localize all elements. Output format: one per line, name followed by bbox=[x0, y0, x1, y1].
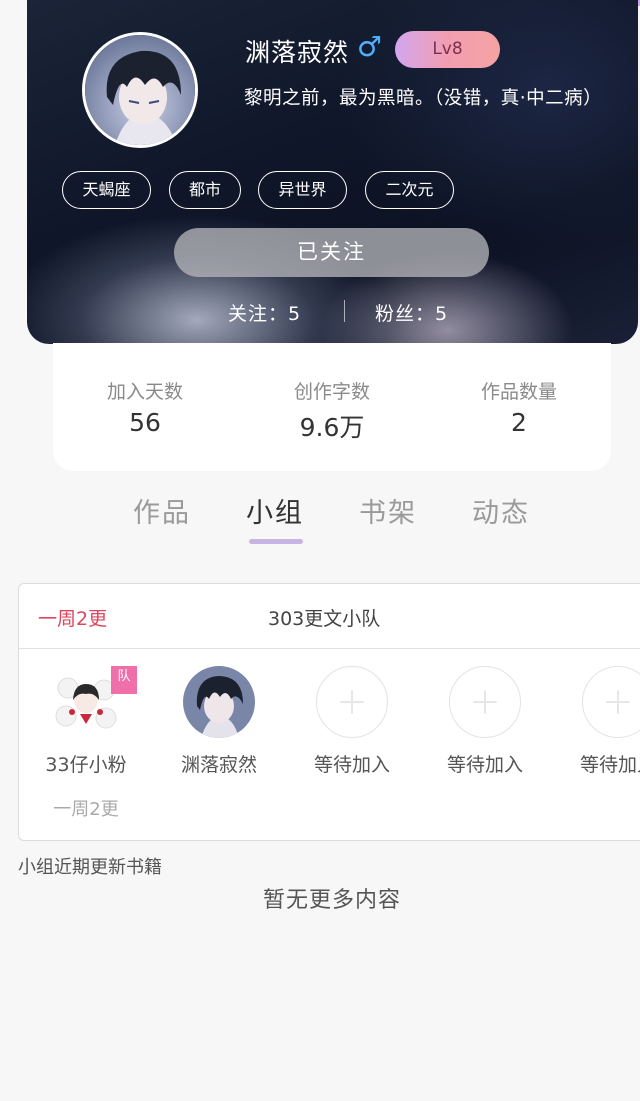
member-name: 33仔小粉 bbox=[45, 754, 127, 776]
stat-value: 56 bbox=[129, 408, 161, 437]
group-member[interactable]: 渊落寂然 bbox=[164, 666, 274, 777]
empty-state-text: 暂无更多内容 bbox=[262, 888, 401, 913]
member-frequency: 一周2更 bbox=[53, 799, 119, 820]
group-frequency: 一周2更 bbox=[38, 608, 108, 630]
profile-avatar[interactable] bbox=[82, 32, 198, 148]
tab-activity[interactable]: 动态 bbox=[472, 491, 530, 530]
stat-works-count: 作品数量 2 bbox=[439, 377, 599, 437]
level-badge: Lv8 bbox=[395, 31, 500, 68]
member-name: 等待加入 bbox=[313, 754, 390, 776]
profile-tabs: 作品 小组 书架 动态 bbox=[0, 491, 640, 551]
group-header: 一周2更 303更文小队 bbox=[19, 584, 640, 649]
empty-slot bbox=[316, 666, 388, 738]
stat-value: 9.6万 bbox=[299, 413, 365, 442]
nickname: 渊落寂然 bbox=[245, 38, 350, 67]
tag-isekai[interactable]: 异世界 bbox=[258, 171, 347, 209]
profile-header: 渊落寂然 ♂ Lv8 黎明之前，最为黑暗。（没错，真·中二病） 天蝎座 都市 异… bbox=[27, 0, 638, 344]
group-empty-slot[interactable]: 等待加入 bbox=[563, 666, 640, 777]
plus-icon bbox=[606, 690, 630, 714]
group-empty-slot[interactable]: 等待加入 bbox=[430, 666, 540, 777]
tag-acg[interactable]: 二次元 bbox=[365, 171, 454, 209]
following-count[interactable]: 关注：5 bbox=[228, 299, 301, 326]
group-member[interactable]: 队 33仔小粉 一周2更 bbox=[31, 666, 141, 821]
empty-slot bbox=[582, 666, 640, 738]
group-empty-slot[interactable]: 等待加入 bbox=[297, 666, 407, 777]
team-leader-badge: 队 bbox=[111, 666, 137, 694]
group-name: 303更文小队 bbox=[268, 608, 381, 630]
plus-icon bbox=[340, 690, 364, 714]
group-card[interactable]: 一周2更 303更文小队 队 33仔小粉 一周2更 渊落寂然 等待加入 等待加入… bbox=[18, 583, 640, 841]
stat-divider bbox=[344, 300, 345, 322]
tag-constellation[interactable]: 天蝎座 bbox=[62, 171, 151, 209]
member-name: 等待加入 bbox=[579, 754, 640, 776]
tab-group[interactable]: 小组 bbox=[246, 491, 304, 530]
recent-books-title: 小组近期更新书籍 bbox=[18, 857, 162, 878]
member-avatar bbox=[183, 666, 255, 738]
stat-label: 作品数量 bbox=[480, 381, 557, 403]
male-icon: ♂ bbox=[357, 30, 383, 63]
tag-urban[interactable]: 都市 bbox=[169, 171, 241, 209]
stat-label: 加入天数 bbox=[106, 381, 183, 403]
stat-word-count: 创作字数 9.6万 bbox=[252, 377, 412, 444]
signature: 黎明之前，最为黑暗。（没错，真·中二病） bbox=[244, 88, 603, 109]
empty-slot bbox=[449, 666, 521, 738]
plus-icon bbox=[473, 690, 497, 714]
stats-card: 加入天数 56 创作字数 9.6万 作品数量 2 bbox=[53, 343, 611, 471]
tab-bookshelf[interactable]: 书架 bbox=[359, 491, 417, 530]
stat-value: 2 bbox=[511, 408, 527, 437]
active-tab-indicator bbox=[249, 539, 303, 544]
tab-works[interactable]: 作品 bbox=[133, 491, 191, 530]
fans-count[interactable]: 粉丝：5 bbox=[375, 299, 448, 326]
member-name: 等待加入 bbox=[446, 754, 523, 776]
member-name: 渊落寂然 bbox=[180, 754, 257, 776]
stat-join-days: 加入天数 56 bbox=[65, 377, 225, 437]
follow-button[interactable]: 已关注 bbox=[174, 228, 489, 277]
stat-label: 创作字数 bbox=[293, 381, 370, 403]
